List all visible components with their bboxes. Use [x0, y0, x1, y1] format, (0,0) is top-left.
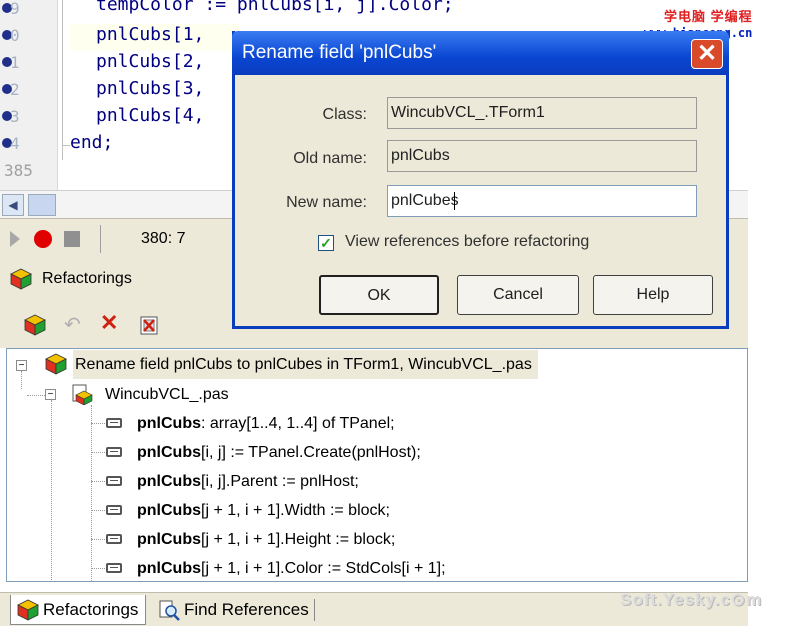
class-field: WincubVCL_.TForm1	[387, 97, 697, 129]
reference-text: [j + 1, i + 1].Width := block;	[201, 502, 390, 519]
panel-title: Refactorings	[42, 270, 132, 287]
tab-refactorings[interactable]: Refactorings	[10, 595, 146, 625]
tree-connector	[91, 405, 92, 581]
reference-icon	[106, 505, 122, 515]
tree-reference-item[interactable]: pnlCubs[i, j] := TPanel.Create(pnlHost);	[137, 438, 421, 467]
rubik-cube-icon	[10, 268, 32, 290]
new-name-value: pnlCubes	[391, 192, 459, 209]
tree-connector	[27, 395, 45, 396]
reference-symbol: pnlCubs	[137, 502, 201, 519]
tree-connector	[51, 400, 52, 580]
reference-text: [i, j] := TPanel.Create(pnlHost);	[201, 444, 421, 461]
help-button[interactable]: Help	[593, 275, 713, 315]
new-name-field[interactable]: pnlCubes	[387, 185, 697, 217]
gutter-row: 385	[4, 161, 33, 180]
tree-connector	[91, 481, 105, 482]
dialog-title: Rename field 'pnlCubs'	[242, 42, 437, 63]
gutter-row: 9	[0, 0, 58, 23]
reference-icon	[106, 534, 122, 544]
tree-connector	[21, 371, 22, 389]
dialog-titlebar[interactable]: Rename field 'pnlCubs' ✕	[232, 31, 729, 75]
text-caret	[453, 191, 455, 210]
tab-label: Refactorings	[43, 600, 139, 619]
code-line[interactable]: pnlCubs[1,	[70, 24, 240, 51]
code-line[interactable]: pnlCubs[3,	[96, 78, 204, 105]
reference-text: [j + 1, i + 1].Color := StdCols[i + 1];	[201, 560, 446, 577]
tree-connector	[91, 539, 105, 540]
rubik-cube-icon	[45, 353, 67, 375]
gutter-row: 0	[0, 23, 58, 50]
tree-connector	[91, 423, 105, 424]
reference-text: [j + 1, i + 1].Height := block;	[201, 531, 396, 548]
tree-connector	[91, 568, 105, 569]
reference-text: [i, j].Parent := pnlHost;	[201, 473, 359, 490]
tree-connector	[91, 510, 105, 511]
play-icon[interactable]	[10, 231, 20, 247]
fold-line	[62, 0, 63, 160]
remove-all-icon[interactable]	[138, 314, 160, 336]
cursor-position: 380: 7	[100, 225, 230, 253]
refactorings-tree[interactable]: − Rename field pnlCubs to pnlCubes in TF…	[6, 348, 748, 582]
find-references-icon	[159, 600, 180, 621]
editor-gutter: 9 0 1 2 3 4 385	[0, 0, 58, 190]
tree-file-item[interactable]: WincubVCL_.pas	[105, 380, 229, 409]
record-icon[interactable]	[34, 230, 52, 248]
reference-icon	[106, 447, 122, 457]
close-icon[interactable]: ✕	[691, 39, 723, 69]
rename-field-dialog: Rename field 'pnlCubs' ✕ Class: WincubVC…	[232, 31, 729, 329]
watermark-soft: Soft.Yesky.c⊙m	[620, 590, 763, 609]
reference-symbol: pnlCubs	[137, 531, 201, 548]
tab-label: Find References	[184, 600, 309, 619]
stop-icon[interactable]	[64, 231, 80, 247]
apply-refactoring-icon[interactable]	[24, 314, 46, 336]
gutter-row: 3	[0, 104, 58, 131]
code-line[interactable]: end;	[70, 132, 113, 159]
reference-symbol: pnlCubs	[137, 560, 201, 577]
tab-find-references[interactable]: Find References	[152, 595, 312, 625]
reference-symbol: pnlCubs	[137, 415, 201, 432]
watermark-text: 学电脑 学编程	[664, 9, 753, 24]
reference-icon	[106, 418, 122, 428]
class-label: Class:	[322, 106, 367, 123]
tab-separator	[314, 599, 315, 621]
gutter-row: 2	[0, 77, 58, 104]
ok-button[interactable]: OK	[319, 275, 439, 315]
tree-reference-item[interactable]: pnlCubs[j + 1, i + 1].Color := StdCols[i…	[137, 554, 446, 581]
reference-icon	[106, 476, 122, 486]
old-name-field: pnlCubs	[387, 140, 697, 172]
code-line[interactable]: tempColor := pnlCubs[i, j].Color;	[96, 0, 454, 21]
tree-root-item[interactable]: Rename field pnlCubs to pnlCubes in TFor…	[73, 350, 538, 379]
gutter-row: 4	[0, 131, 58, 158]
tree-reference-item[interactable]: pnlCubs[i, j].Parent := pnlHost;	[137, 467, 359, 496]
gutter-row: 1	[0, 50, 58, 77]
view-references-checkbox[interactable]: ✓	[318, 235, 334, 251]
cancel-button[interactable]: Cancel	[457, 275, 579, 315]
tree-reference-item[interactable]: pnlCubs[j + 1, i + 1].Width := block;	[137, 496, 390, 525]
checkbox-label: View references before refactoring	[345, 233, 590, 250]
pascal-file-icon	[72, 384, 93, 405]
code-line[interactable]: pnlCubs[2,	[96, 51, 204, 78]
tree-connector	[91, 452, 105, 453]
collapse-root-icon[interactable]: −	[16, 360, 27, 371]
tree-reference-item[interactable]: pnlCubs[j + 1, i + 1].Height := block;	[137, 525, 395, 554]
rubik-cube-icon	[17, 599, 39, 621]
scroll-thumb[interactable]	[28, 194, 56, 216]
code-line[interactable]: pnlCubs[4,	[96, 105, 204, 132]
reference-text: : array[1..4, 1..4] of TPanel;	[201, 415, 395, 432]
scroll-left-button[interactable]: ◀	[2, 194, 24, 216]
reference-icon	[106, 563, 122, 573]
old-name-label: Old name:	[293, 150, 367, 167]
reference-symbol: pnlCubs	[137, 444, 201, 461]
collapse-file-icon[interactable]: −	[45, 389, 56, 400]
fold-tick	[62, 145, 70, 146]
reference-symbol: pnlCubs	[137, 473, 201, 490]
new-name-label: New name:	[286, 194, 367, 211]
remove-refactoring-icon[interactable]: ✕	[100, 310, 118, 336]
undo-icon[interactable]: ↶	[64, 312, 81, 337]
tree-reference-item[interactable]: pnlCubs: array[1..4, 1..4] of TPanel;	[137, 409, 395, 438]
